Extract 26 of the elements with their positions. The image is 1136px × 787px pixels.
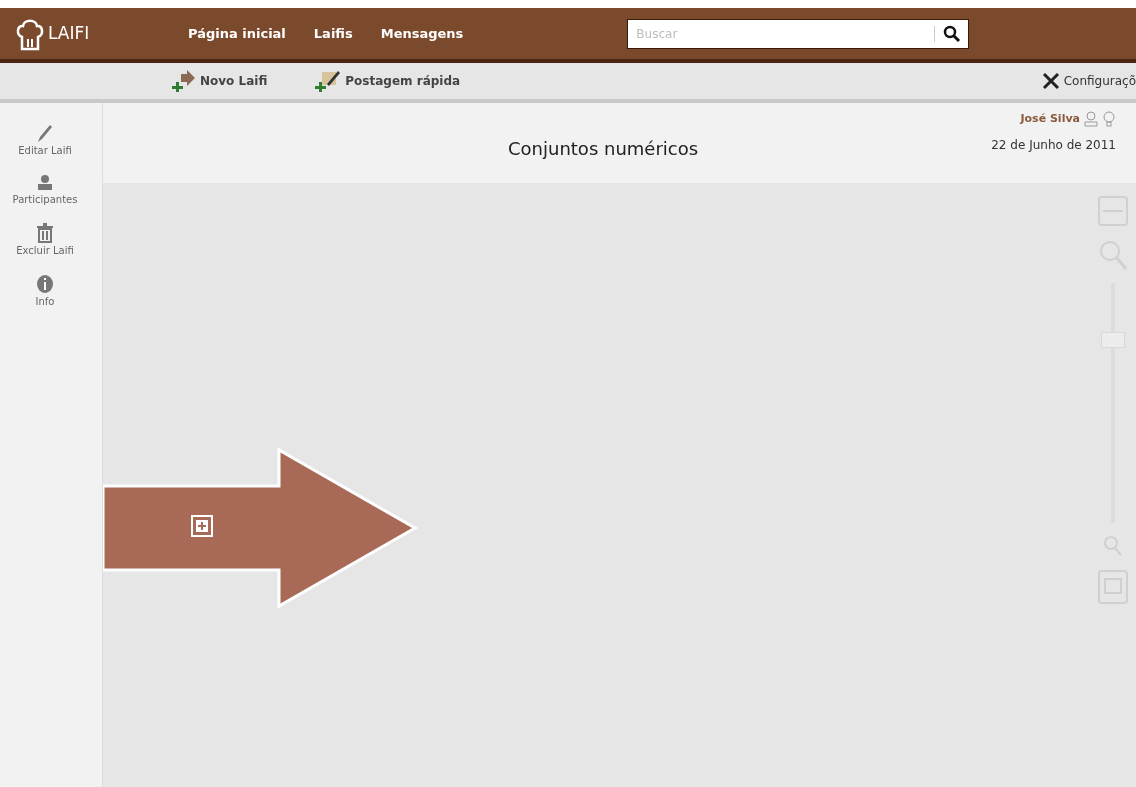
trash-icon — [36, 223, 54, 243]
sidebar-item[interactable]: Editar Laifi — [18, 123, 72, 158]
logo-text: LAIFI — [48, 21, 90, 45]
toolbar-button[interactable]: Postagem rápida — [315, 70, 461, 92]
bulb-icon[interactable] — [1102, 111, 1116, 128]
nav-link[interactable]: Página inicial — [188, 23, 286, 44]
add-note-pencil-icon — [315, 70, 342, 92]
arrow-shape[interactable] — [103, 448, 418, 608]
search-icon[interactable] — [943, 24, 962, 43]
user-name-link[interactable]: José Silva — [1020, 111, 1080, 128]
info-icon — [36, 274, 54, 294]
pencil-icon — [36, 123, 54, 143]
sidebar-item[interactable]: Excluir Laifi — [16, 223, 74, 258]
settings-button[interactable]: Configuraçõ — [1041, 72, 1136, 90]
person-icon — [36, 174, 54, 192]
add-icon[interactable] — [191, 515, 213, 537]
search-field[interactable]: Buscar — [627, 18, 970, 49]
toolbar-button[interactable]: Novo Laifi — [172, 70, 268, 92]
nav-link[interactable]: Mensagens — [380, 23, 464, 44]
sidebar-item[interactable]: Info — [35, 274, 55, 309]
sidebar-item[interactable]: Participantes — [12, 174, 78, 207]
person-icon[interactable] — [1084, 111, 1098, 128]
page-title: Conjuntos numéricos — [508, 137, 699, 161]
nav-link[interactable]: Laifis — [313, 23, 353, 44]
date-text: 22 de Junho de 2011 — [991, 136, 1116, 154]
add-arrow-icon — [172, 70, 196, 92]
